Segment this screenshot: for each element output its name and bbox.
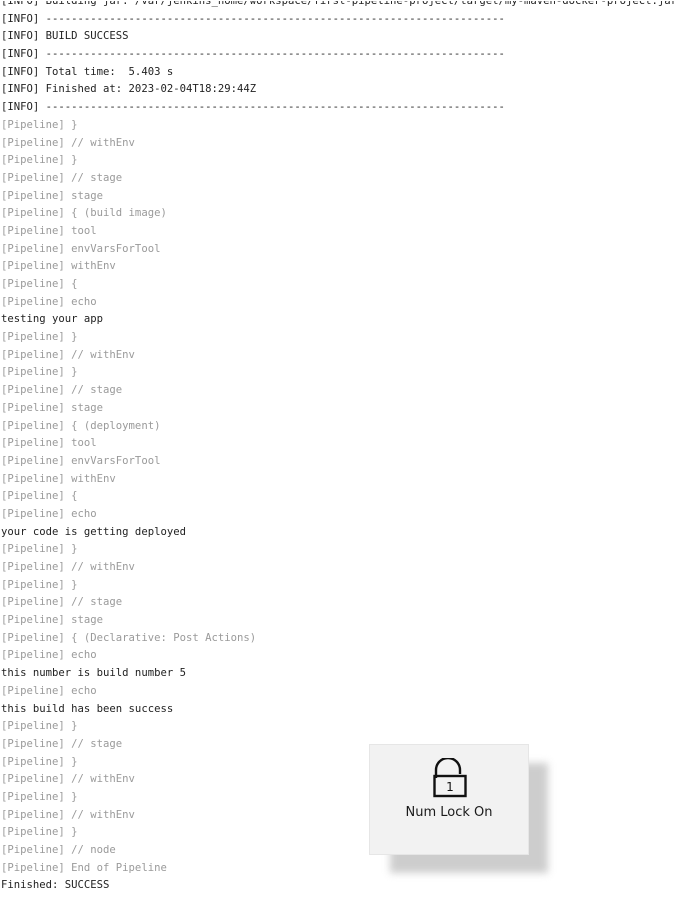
- console-line: [Pipeline] }: [1, 755, 78, 768]
- console-line: [Pipeline] withEnv: [1, 472, 116, 485]
- console-line: [Pipeline] echo: [1, 649, 97, 662]
- console-line: [Pipeline] stage: [1, 401, 104, 414]
- console-line: [Pipeline] }: [1, 578, 78, 591]
- console-line: [Pipeline] }: [1, 154, 78, 167]
- console-line: [Pipeline] // withEnv: [1, 348, 135, 361]
- console-line: [Pipeline] }: [1, 720, 78, 733]
- console-line: [Pipeline] // node: [1, 844, 116, 856]
- console-line: [Pipeline] // withEnv: [1, 773, 135, 786]
- console-line: testing your app: [1, 313, 104, 326]
- console-line: [Pipeline] echo: [1, 507, 97, 520]
- console-line: [Pipeline] {: [1, 278, 78, 290]
- console-line: [Pipeline] tool: [1, 224, 97, 237]
- console-line: [Pipeline] // withEnv: [1, 561, 135, 573]
- console-line: [INFO] Finished at: 2023-02-04T18:29:44Z: [1, 83, 257, 96]
- console-line: [Pipeline] }: [1, 790, 78, 803]
- console-line: this number is build number 5: [1, 667, 186, 680]
- console-line: [INFO] Building jar: /var/jenkins_home/w…: [1, 1, 678, 7]
- console-line: your code is getting deployed: [1, 525, 186, 538]
- console-line: [Pipeline] End of Pipeline: [1, 861, 167, 874]
- console-line: [Pipeline] }: [1, 543, 78, 556]
- console-line: [Pipeline] envVarsForTool: [1, 454, 161, 467]
- console-line: this build has been success: [1, 702, 174, 715]
- console-line: [Pipeline] // withEnv: [1, 136, 135, 149]
- console-line: [Pipeline] }: [1, 366, 78, 379]
- console-line: Finished: SUCCESS: [1, 879, 110, 892]
- console-output: [INFO] Building jar: /var/jenkins_home/w…: [1, 1, 698, 911]
- console-line: [Pipeline] tool: [1, 437, 97, 450]
- console-line: [Pipeline] }: [1, 331, 78, 344]
- console-line: [Pipeline] withEnv: [1, 260, 116, 273]
- console-line: [INFO] ---------------------------------…: [1, 48, 505, 61]
- console-line: [Pipeline] stage: [1, 614, 104, 627]
- console-line: [Pipeline] echo: [1, 295, 97, 308]
- console-line: [INFO] Total time: 5.403 s: [1, 65, 174, 78]
- console-line: [Pipeline] envVarsForTool: [1, 242, 161, 255]
- unlocked-padlock-icon: 1: [433, 758, 467, 798]
- console-line: [INFO] ---------------------------------…: [1, 12, 505, 25]
- console-line: [Pipeline] {: [1, 490, 78, 503]
- console-line: [Pipeline] // stage: [1, 737, 123, 750]
- console-line: [Pipeline] // stage: [1, 384, 123, 397]
- num-lock-osd: 1 Num Lock On: [369, 744, 529, 855]
- console-line: [Pipeline] { (deployment): [1, 419, 161, 432]
- console-line: [Pipeline] stage: [1, 189, 104, 202]
- padlock-digit: 1: [446, 780, 454, 794]
- console-line: [Pipeline] }: [1, 826, 78, 839]
- console-line: [INFO] BUILD SUCCESS: [1, 30, 129, 43]
- console-line: [Pipeline] echo: [1, 684, 97, 697]
- console-line: [Pipeline] { (Declarative: Post Actions): [1, 631, 257, 644]
- console-line: [INFO] ---------------------------------…: [1, 101, 505, 114]
- console-line: [Pipeline] // withEnv: [1, 808, 135, 821]
- console-line: [Pipeline] // stage: [1, 596, 123, 609]
- console-line: [Pipeline] }: [1, 118, 78, 131]
- console-line: [Pipeline] { (build image): [1, 207, 167, 220]
- num-lock-label: Num Lock On: [405, 805, 493, 820]
- console-line: [Pipeline] // stage: [1, 171, 123, 184]
